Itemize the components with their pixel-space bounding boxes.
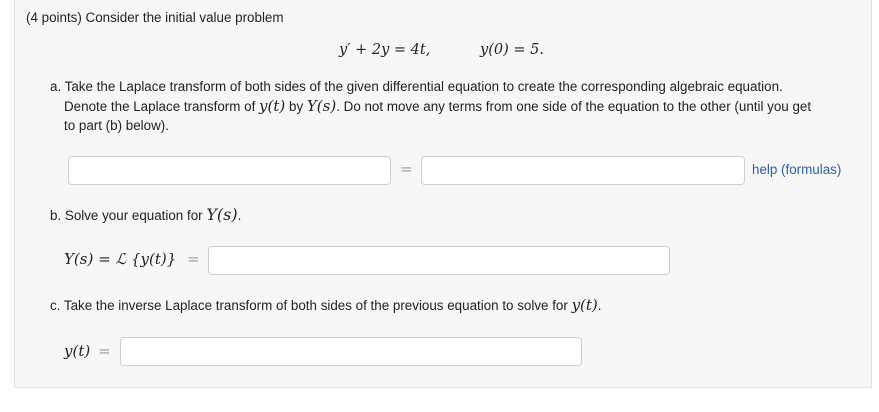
Y-s-symbol: Y(s) bbox=[206, 205, 238, 224]
y-t-input[interactable] bbox=[120, 337, 582, 366]
Y-s-symbol: Y(s) bbox=[306, 97, 337, 115]
part-a-line-2-post: . Do not move any terms from one side of… bbox=[336, 99, 812, 114]
part-a-line-1: a. Take the Laplace transform of both si… bbox=[50, 79, 783, 94]
y-t-symbol: y(t) bbox=[259, 97, 286, 115]
part-b-prompt-post: . bbox=[237, 208, 242, 223]
part-a-by: by bbox=[289, 99, 304, 114]
part-a-line-2-pre: Denote the Laplace transform of bbox=[64, 99, 256, 114]
problem-intro: (4 points) Consider the initial value pr… bbox=[26, 10, 284, 25]
y-t-symbol: y(t) bbox=[571, 296, 598, 314]
ode-equation: y′ + 2y = 4t, bbox=[339, 42, 430, 58]
part-c-prompt-post: . bbox=[597, 298, 602, 313]
Y-s-laplace-label: Y(s) = ℒ {y(t)} bbox=[64, 250, 177, 268]
part-a-line-2: Denote the Laplace transform of y(t) by … bbox=[64, 97, 811, 116]
y-t-label: y(t) bbox=[64, 342, 91, 360]
Y-s-input[interactable] bbox=[208, 246, 670, 275]
equals-sign: = bbox=[400, 160, 413, 178]
ode-text: y′ + 2y = 4t, bbox=[339, 42, 431, 58]
part-b-prompt-pre: b. Solve your equation for bbox=[50, 208, 203, 223]
problem-panel bbox=[14, 0, 872, 388]
equals-sign: = bbox=[187, 250, 200, 268]
help-formulas-link[interactable]: help (formulas) bbox=[752, 162, 841, 177]
part-a-line-3: to part (b) below). bbox=[64, 118, 169, 133]
part-c-prompt: c. Take the inverse Laplace transform of… bbox=[50, 296, 602, 315]
part-b-prompt: b. Solve your equation for Y(s). bbox=[50, 206, 241, 225]
initial-condition: y(0) = 5. bbox=[480, 42, 544, 58]
initial-condition-text: y(0) = 5. bbox=[480, 42, 544, 58]
laplace-right-side-input[interactable] bbox=[421, 156, 745, 185]
laplace-left-side-input[interactable] bbox=[68, 156, 391, 185]
part-c-prompt-pre: c. Take the inverse Laplace transform of… bbox=[50, 298, 568, 313]
equals-sign: = bbox=[98, 342, 111, 360]
